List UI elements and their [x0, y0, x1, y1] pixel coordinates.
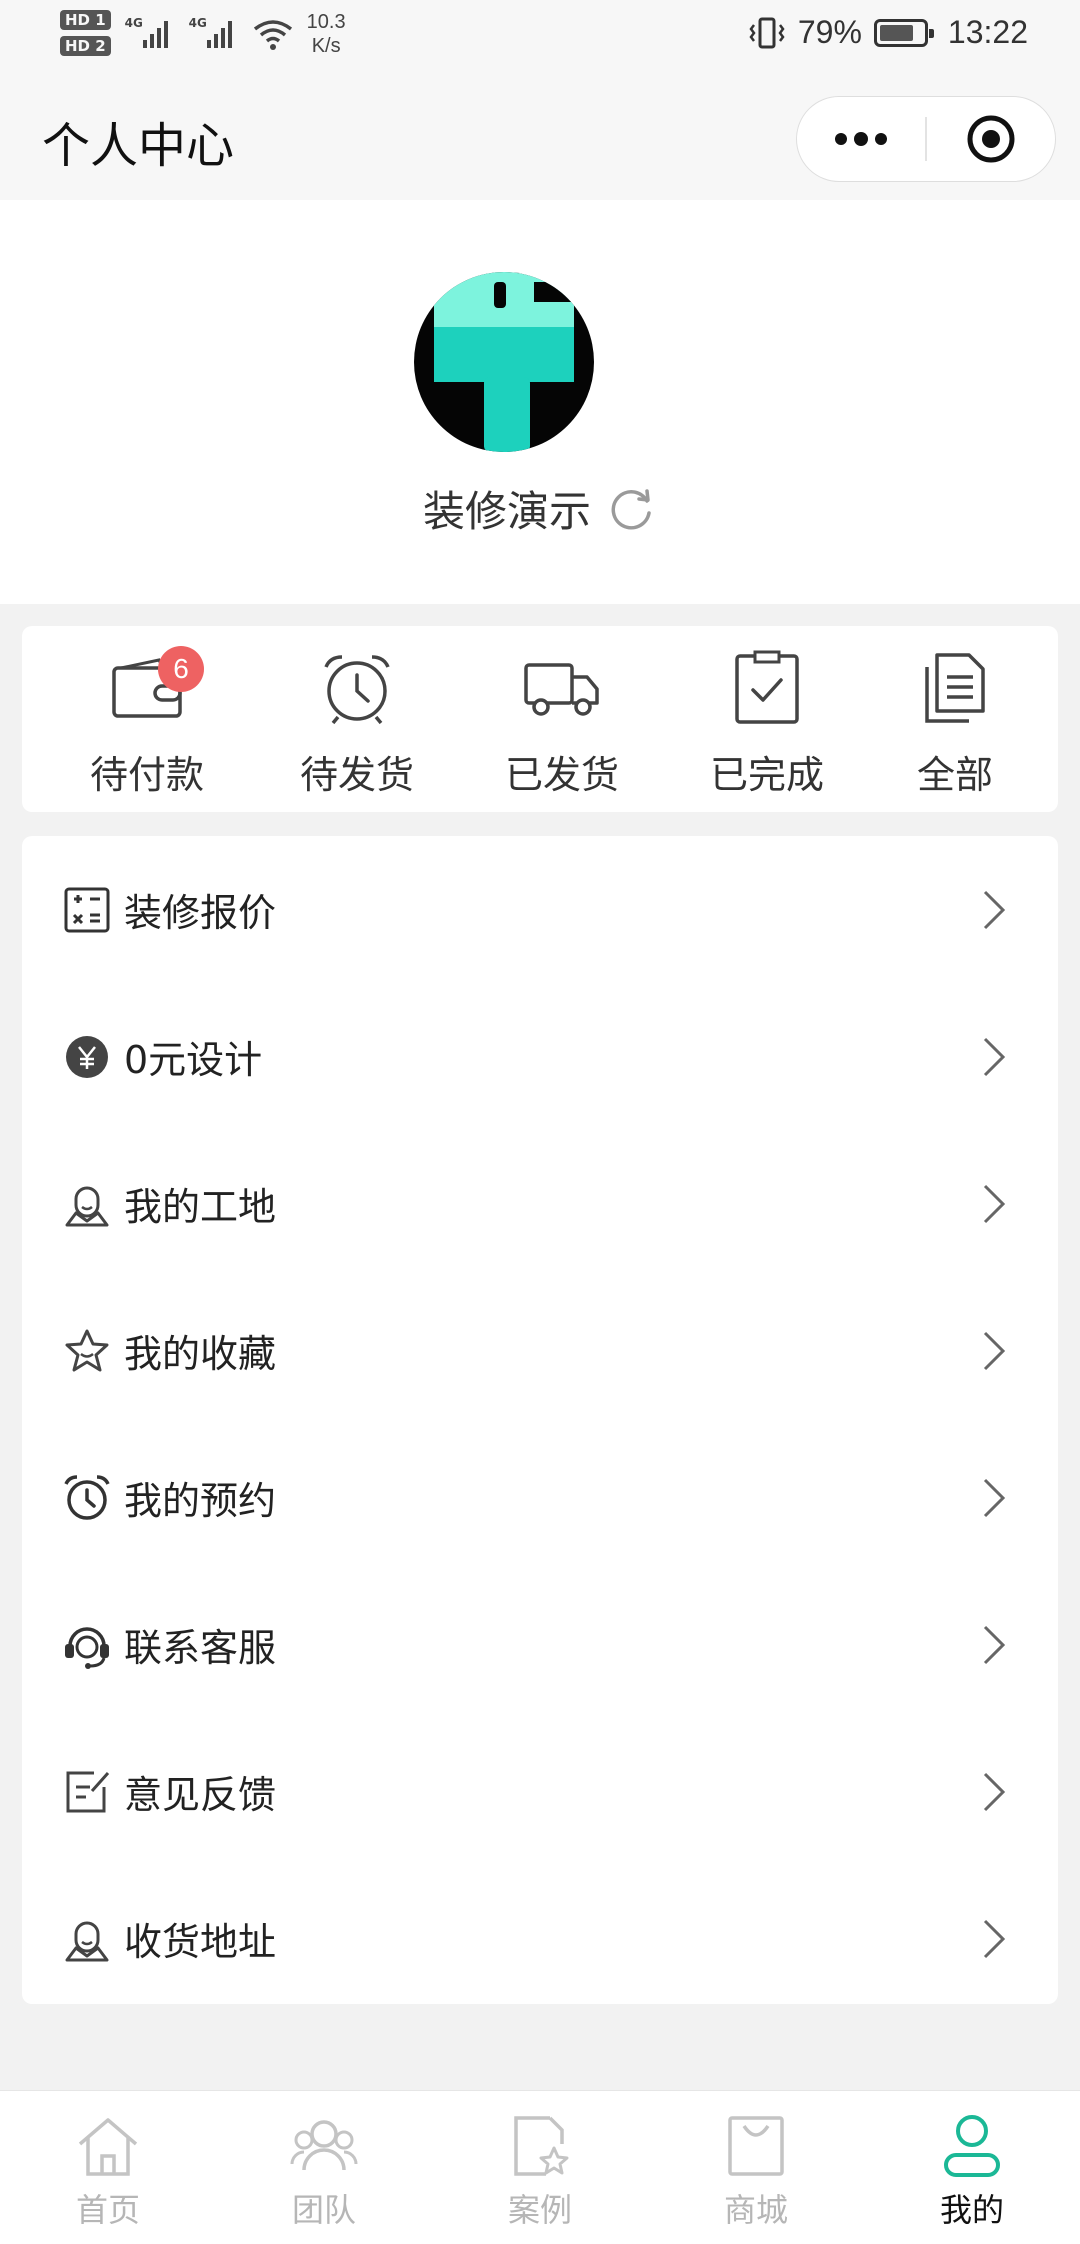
- hd2-indicator: HD 2: [60, 36, 111, 56]
- status-bar: HD 1 HD 2 4G 4G 10.3 K/s 79% 13:22: [0, 0, 1080, 76]
- menu-item-my-site[interactable]: 我的工地: [22, 1130, 1058, 1277]
- chevron-right-icon: [983, 1919, 1006, 1958]
- refresh-icon[interactable]: [609, 485, 657, 533]
- hd1-indicator: HD 1: [60, 10, 111, 30]
- signal-2-icon: 4G: [189, 8, 239, 52]
- tab-label: 案例: [507, 2191, 572, 2229]
- order-label: 全部: [916, 753, 993, 797]
- calculator-icon: [64, 887, 110, 932]
- menu-item-customer-service[interactable]: 联系客服: [22, 1571, 1058, 1718]
- order-all[interactable]: 全部: [852, 626, 1058, 812]
- chevron-right-icon: [983, 1037, 1006, 1076]
- avatar-brush-image: [434, 272, 574, 452]
- order-label: 待发货: [299, 753, 414, 797]
- menu-item-appointments[interactable]: 我的预约: [22, 1424, 1058, 1571]
- more-options-button[interactable]: [797, 97, 925, 181]
- tab-label: 商城: [723, 2191, 788, 2229]
- alarm-clock-icon: [324, 655, 390, 725]
- order-to-ship[interactable]: 待发货: [272, 626, 442, 812]
- feedback-edit-icon: [66, 1771, 110, 1812]
- vibrate-icon: [749, 17, 785, 48]
- order-label: 已完成: [709, 753, 824, 797]
- orders-card: 6 待付款 待发货 已发货 已完成 全部: [22, 626, 1058, 812]
- tab-team[interactable]: 团队: [216, 2091, 432, 2244]
- pending-payment-badge: 6: [158, 646, 204, 692]
- yen-coin-icon: [66, 1035, 108, 1078]
- user-icon: [944, 2115, 1000, 2177]
- menu-item-shipping-address[interactable]: 收货地址: [22, 1865, 1058, 2012]
- net-speed: 10.3 K/s: [306, 11, 346, 57]
- battery-icon: [873, 18, 934, 47]
- menu-item-label: 装修报价: [124, 891, 277, 935]
- menu-item-renovation-quote[interactable]: 装修报价: [22, 836, 1058, 983]
- tab-cases[interactable]: 案例: [432, 2091, 648, 2244]
- documents-icon: [925, 653, 985, 723]
- chevron-right-icon: [983, 1184, 1006, 1223]
- tab-label: 团队: [291, 2191, 356, 2229]
- menu-item-label: 联系客服: [124, 1626, 277, 1670]
- location-person-icon: [65, 1921, 109, 1961]
- order-shipped[interactable]: 已发货: [442, 626, 682, 812]
- menu-item-label: 我的预约: [124, 1479, 277, 1523]
- order-label: 已发货: [504, 753, 619, 797]
- target-close-icon: [967, 115, 1015, 163]
- tab-mall[interactable]: 商城: [648, 2091, 864, 2244]
- chevron-right-icon: [983, 890, 1006, 929]
- close-mini-program-button[interactable]: [927, 97, 1055, 181]
- order-completed[interactable]: 已完成: [682, 626, 852, 812]
- more-dots-icon: [835, 132, 887, 146]
- case-document-star-icon: [514, 2116, 569, 2176]
- menu-item-label: 意见反馈: [124, 1773, 277, 1817]
- menu-item-feedback[interactable]: 意见反馈: [22, 1718, 1058, 1865]
- headset-icon: [65, 1626, 109, 1669]
- menu-list: 装修报价 0元设计 我的工地 我的收藏 我的预约 联系客服 意见反馈 收货地址: [22, 836, 1058, 2004]
- bottom-tab-bar: 首页 团队 案例 商城 我的: [0, 2090, 1080, 2244]
- page-title: 个人中心: [42, 118, 235, 174]
- chevron-right-icon: [983, 1478, 1006, 1517]
- menu-item-label: 我的工地: [124, 1185, 277, 1229]
- order-label: 待付款: [89, 753, 204, 797]
- clipboard-check-icon: [735, 650, 799, 724]
- signal-1-icon: 4G: [125, 8, 175, 52]
- menu-item-label: 我的收藏: [124, 1332, 277, 1376]
- menu-item-label: 收货地址: [124, 1920, 277, 1964]
- chevron-right-icon: [983, 1625, 1006, 1664]
- truck-icon: [524, 663, 599, 716]
- profile-header: 装修演示: [0, 200, 1080, 604]
- clock: 13:22: [947, 14, 1028, 50]
- tab-label: 我的: [939, 2191, 1004, 2229]
- wifi-icon: [253, 20, 292, 50]
- mini-program-capsule: [796, 96, 1056, 182]
- chevron-right-icon: [983, 1772, 1006, 1811]
- menu-item-favorites[interactable]: 我的收藏: [22, 1277, 1058, 1424]
- shopping-bag-icon: [728, 2116, 784, 2176]
- menu-item-free-design[interactable]: 0元设计: [22, 983, 1058, 1130]
- menu-item-label: 0元设计: [124, 1038, 263, 1082]
- username: 装修演示: [422, 487, 591, 536]
- tab-mine[interactable]: 我的: [864, 2091, 1080, 2244]
- team-icon: [290, 2120, 358, 2171]
- nav-bar: 个人中心: [0, 76, 1080, 200]
- chevron-right-icon: [983, 1331, 1006, 1370]
- avatar[interactable]: [414, 272, 594, 452]
- alarm-clock-icon: [64, 1474, 110, 1520]
- order-pending-payment[interactable]: 6 待付款: [22, 626, 272, 812]
- tab-label: 首页: [75, 2191, 140, 2229]
- worker-icon: [65, 1186, 109, 1226]
- battery-percent: 79%: [797, 14, 862, 50]
- home-icon: [78, 2118, 138, 2176]
- star-icon: [65, 1329, 109, 1371]
- tab-home[interactable]: 首页: [0, 2091, 216, 2244]
